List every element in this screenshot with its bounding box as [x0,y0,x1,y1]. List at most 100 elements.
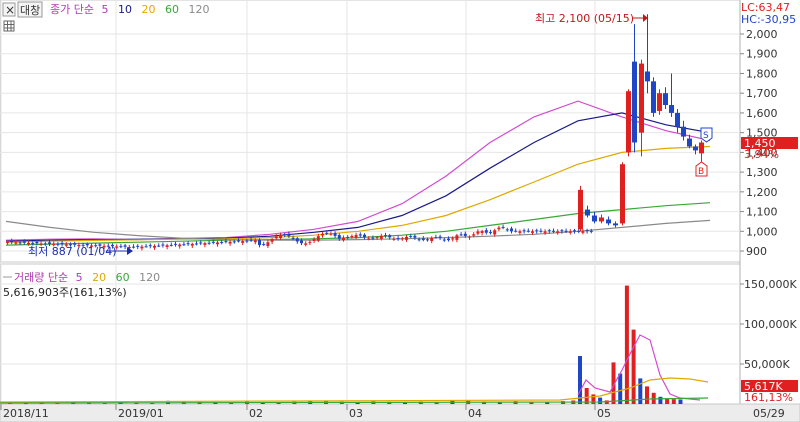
candle-body [245,240,249,242]
candle-body [405,236,408,240]
candle-body [371,237,375,239]
price-tick-label: 2,000 [746,28,778,41]
close-icon[interactable]: × [5,3,15,17]
candle-body [384,235,387,237]
candle-body [535,230,539,232]
candle-body [325,232,329,234]
candle-body [195,243,198,245]
x-axis-label: 04 [468,407,482,420]
price-tick-label: 900 [746,245,767,258]
signal-b-label: B [698,167,704,177]
hc-label: HC:-30,95 [741,13,796,26]
candle-body [174,243,177,245]
candle-body [669,105,674,113]
x-axis-label: 03 [349,407,363,420]
candle-body [207,242,211,244]
candle-body [274,236,278,239]
candle-body [426,239,429,241]
candle-body [396,238,400,240]
candle-body [14,242,18,244]
x-axis-label: 2019/01 [118,407,164,420]
candle-body [337,235,341,239]
candle-body [304,243,308,245]
candle-body [295,238,299,242]
volume-legend-prefix: 거래량 단순 [14,271,68,284]
candle-body [300,240,303,244]
candle-body [266,242,270,246]
candle-body [417,239,421,241]
volume-tick-label: 150,000K [744,278,797,291]
candle-body [253,240,257,243]
candle-body [681,126,686,137]
volume-bar [658,396,663,404]
ma60-legend: 60 [165,3,179,16]
x-axis-label: 05 [597,407,611,420]
candle-body [552,230,555,232]
candle-body [35,241,39,244]
volume-pct: 161,13% [744,391,793,404]
vol-ma20-legend: 20 [92,271,106,284]
volume-bar [678,399,683,404]
candle-body [203,243,207,245]
candle-body [291,237,295,239]
candle-body [346,237,350,239]
candle-body [258,239,261,246]
ma10-legend: 10 [118,3,132,16]
volume-bar [598,397,603,404]
signal-b-marker[interactable]: B [695,161,708,177]
candle-body [392,238,396,240]
vol-ma60-legend: 60 [116,271,130,284]
candle-body [136,245,140,247]
ma5-legend: 5 [101,3,108,16]
candle-body [421,238,425,241]
volume-bar [618,373,623,404]
vol-ma120-legend: 120 [139,271,160,284]
candle-body [543,231,547,233]
candle-body [484,230,488,233]
candle-body [279,234,282,238]
candle-body [480,231,484,233]
candle-body [522,230,526,232]
big-chart-label[interactable]: 대창 [20,4,40,17]
candle-body [526,230,530,232]
change-pct: 3,94% [744,148,779,161]
candle-body [693,146,698,151]
price-legend-prefix: 종가 단순 [50,3,94,16]
candle-body [316,236,320,241]
candle-body [651,81,656,113]
candle-body [333,233,337,236]
candle-body [363,234,366,238]
candle-body [413,235,417,238]
price-tick-label: 1,600 [746,107,778,120]
candle-body [237,240,240,242]
candle-body [577,230,581,232]
candle-body [409,236,413,238]
candle-body [241,241,245,243]
candle-body [354,235,358,238]
candle-body [283,234,287,236]
candle-body [568,231,572,233]
candle-body [539,230,543,232]
candle-body [31,242,35,244]
volume-bar [624,285,629,404]
candle-body [531,231,534,233]
candle-body [564,230,568,232]
ma20-legend: 20 [141,3,155,16]
candle-body [321,233,324,236]
candle-body [687,138,692,147]
candle-body [190,243,194,246]
candle-body [165,245,169,247]
candle-body [157,245,161,247]
price-tick-label: 1,700 [746,87,778,100]
candle-body [675,112,680,127]
candle-body [220,242,224,244]
candle-body [27,242,30,245]
candle-body [186,243,190,245]
candle-body [270,239,274,242]
candle-body [287,233,291,237]
candle-body [472,234,476,236]
ma120-legend: 120 [188,3,209,16]
candle-body [161,244,165,246]
candle-body [148,245,152,247]
price-tick-label: 1,800 [746,67,778,80]
